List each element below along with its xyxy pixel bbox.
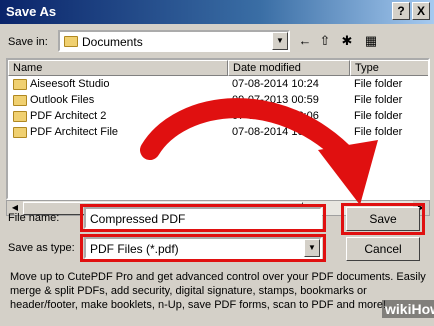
wikihow-watermark: wikiHow — [382, 300, 434, 318]
red-arrow-annotation — [140, 98, 378, 205]
